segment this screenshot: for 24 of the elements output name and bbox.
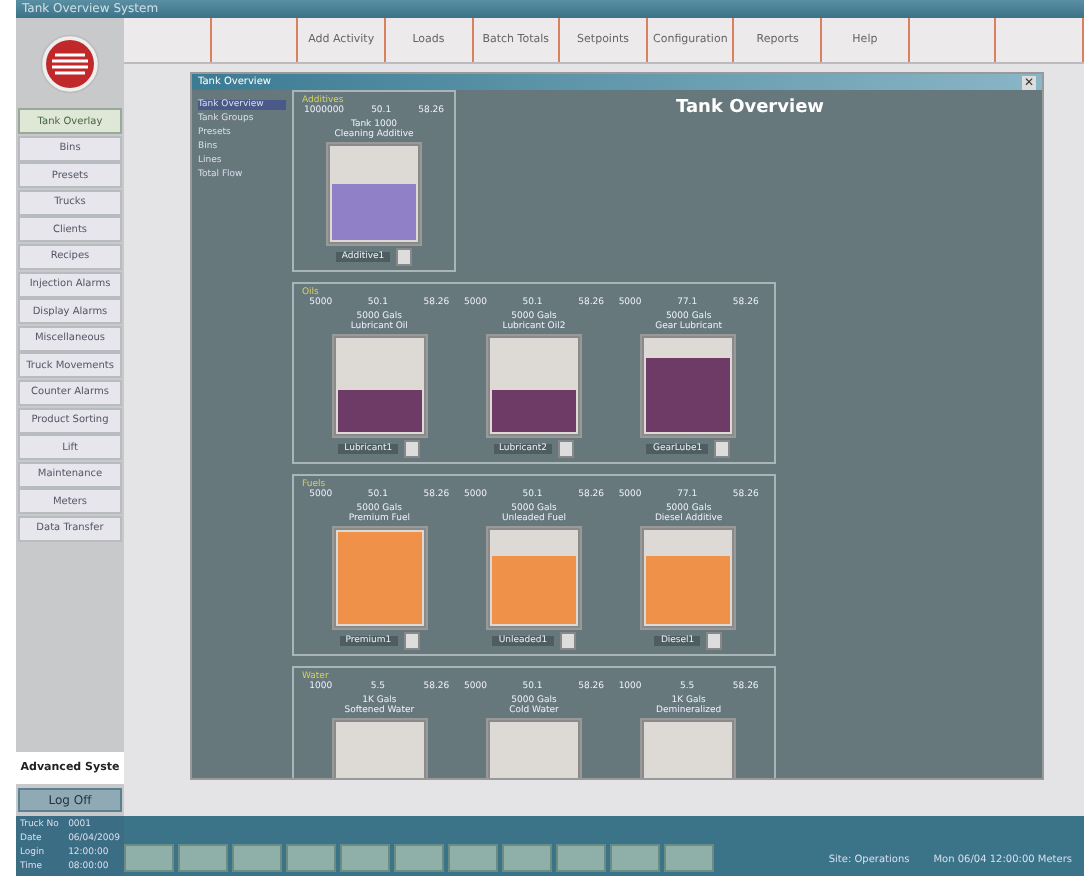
toolbar-button[interactable]	[124, 844, 174, 872]
tank-details-button[interactable]	[396, 248, 413, 266]
tank-details-button[interactable]	[559, 632, 576, 650]
menu-item[interactable]	[124, 18, 212, 62]
tank-details-button[interactable]	[404, 440, 421, 458]
tank-details-button[interactable]	[558, 440, 575, 458]
toolbar-button[interactable]	[394, 844, 444, 872]
toolbar-button[interactable]	[178, 844, 228, 872]
toolbar-button[interactable]	[340, 844, 390, 872]
menu-item[interactable]	[996, 18, 1084, 62]
menu-item[interactable]	[909, 18, 997, 62]
toolbar-button[interactable]	[286, 844, 336, 872]
tank-details-button[interactable]	[714, 440, 731, 458]
toolbar-button[interactable]	[448, 844, 498, 872]
tank-details-button[interactable]	[706, 632, 723, 650]
logo-icon	[40, 34, 100, 94]
tank-details-button[interactable]	[403, 632, 420, 650]
toolbar-button[interactable]	[610, 844, 660, 872]
toolbar-button[interactable]	[664, 844, 714, 872]
panel-heading: Tank Overview	[675, 96, 824, 118]
toolbar-button[interactable]	[556, 844, 606, 872]
toolbar-button[interactable]	[502, 844, 552, 872]
toolbar-button[interactable]	[232, 844, 282, 872]
menu-item[interactable]	[211, 18, 299, 62]
